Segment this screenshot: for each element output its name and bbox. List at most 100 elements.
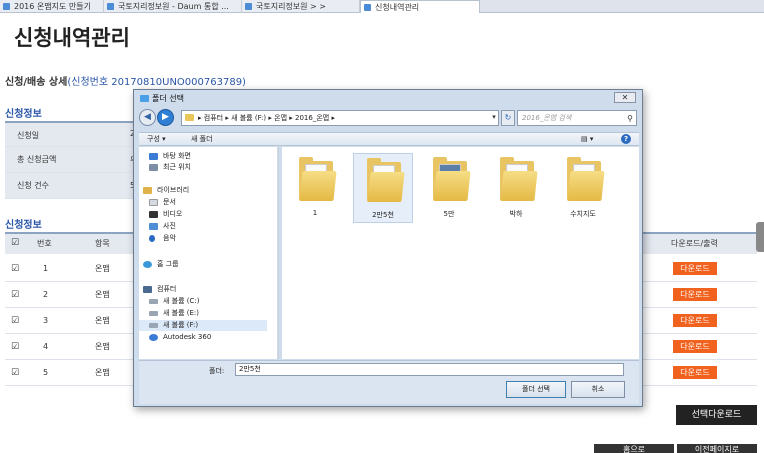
tree-item-music[interactable]: 음악 [149, 233, 176, 244]
folder-icon [367, 158, 405, 202]
folder-name-input[interactable]: 2만5천 [235, 363, 624, 376]
row-item: 온맵 [95, 342, 110, 351]
row-item: 온맵 [95, 316, 110, 325]
download-button[interactable]: 다운로드 [673, 262, 717, 275]
folder-label: 1 [312, 209, 318, 217]
tree-item-pictures[interactable]: 사진 [149, 221, 176, 232]
folder-label: 5만 [443, 210, 455, 218]
desktop-icon [149, 153, 158, 160]
folder-icon [500, 157, 538, 201]
close-button[interactable]: ✕ [614, 92, 636, 103]
breadcrumb-item[interactable]: 온맵 [274, 114, 287, 122]
drive-icon [149, 299, 158, 304]
download-button[interactable]: 다운로드 [673, 288, 717, 301]
tree-item-libraries[interactable]: 라이브러리 [143, 185, 189, 196]
tree-item-label: 바탕 화면 [163, 152, 191, 160]
address-dropdown-icon[interactable]: ▾ [489, 110, 499, 126]
row-checkbox[interactable]: ☑ [11, 317, 19, 326]
tree-item-documents[interactable]: 문서 [149, 197, 176, 208]
row-checkbox[interactable]: ☑ [11, 291, 19, 300]
tree-item-label: 최근 위치 [163, 163, 191, 171]
folder-view: 1 2만5천 5만 박하 수치지도 [282, 147, 639, 359]
organize-menu[interactable]: 구성 ▾ [147, 133, 166, 145]
tree-item-drive-f[interactable]: 새 볼륨 (F:) [139, 320, 267, 331]
select-folder-button[interactable]: 폴더 선택 [506, 381, 566, 398]
help-icon[interactable]: ? [621, 134, 631, 144]
address-bar[interactable]: ▸ 컴퓨터 ▸ 새 볼륨 (F:) ▸ 온맵 ▸ 2016_온맵 ▸ [181, 110, 499, 126]
browser-tab-active[interactable]: 신청내역관리 [360, 0, 480, 13]
download-button[interactable]: 다운로드 [673, 366, 717, 379]
drive-icon [149, 311, 158, 316]
browser-tab[interactable]: 국토지리정보원 - Daum 통합 ... [104, 0, 242, 13]
pictures-icon [149, 223, 158, 230]
tree-item-label: 사진 [163, 222, 176, 230]
row-no: 2 [43, 290, 49, 299]
tree-item-videos[interactable]: 비디오 [149, 209, 182, 220]
search-input[interactable]: 2016_온맵 검색 ⚲ [517, 110, 637, 126]
breadcrumb-item[interactable]: 새 볼륨 (F:) [231, 114, 266, 122]
selected-download-button[interactable]: 선택다운로드 [676, 405, 757, 425]
folder-label: 2만5천 [372, 211, 394, 219]
folder-item[interactable]: 1 [286, 153, 346, 223]
cancel-button[interactable]: 취소 [571, 381, 625, 398]
folder-icon [299, 157, 337, 201]
row-checkbox[interactable]: ☑ [11, 369, 19, 378]
tree-item-autodesk[interactable]: Autodesk 360 [149, 332, 211, 343]
tree-scrollbar[interactable] [277, 147, 278, 359]
tree-item-label: 컴퓨터 [157, 285, 177, 293]
header-download: 다운로드/출력 [671, 239, 718, 248]
header-no: 번호 [37, 239, 52, 248]
info-row-label: 신청일 [5, 121, 135, 147]
video-icon [149, 211, 158, 218]
tree-item-label: 비디오 [163, 210, 183, 218]
refresh-icon[interactable]: ↻ [501, 110, 515, 126]
folder-icon [140, 95, 149, 102]
folder-icon [433, 157, 471, 201]
side-panel-handle[interactable] [756, 222, 764, 252]
search-placeholder: 2016_온맵 검색 [522, 114, 572, 122]
tree-item-label: 음악 [163, 234, 176, 242]
folder-select-dialog: 폴더 선택 ✕ ◀ ▶ ▸ 컴퓨터 ▸ 새 볼륨 (F:) ▸ 온맵 ▸ 201… [133, 89, 643, 407]
info-table: 신청일 총 신청금액 신청 건수 [5, 121, 135, 199]
folder-item[interactable]: 박하 [487, 153, 547, 223]
browser-tab-strip: 2016 온맵지도 만들기 국토지리정보원 - Daum 통합 ... 국토지리… [0, 0, 764, 13]
tree-item-drive-e[interactable]: 새 볼륨 (E:) [149, 308, 199, 319]
download-button[interactable]: 다운로드 [673, 340, 717, 353]
prev-page-button[interactable]: 이전페이지로 [677, 444, 757, 453]
tree-item-label: 새 볼륨 (C:) [163, 297, 200, 305]
folder-name-form: 폴더: 2만5천 폴더 선택 취소 [139, 360, 639, 404]
new-folder-button[interactable]: 새 폴더 [191, 133, 213, 145]
row-checkbox[interactable]: ☑ [11, 343, 19, 352]
download-button[interactable]: 다운로드 [673, 314, 717, 327]
tree-item-label: 새 볼륨 (F:) [163, 321, 199, 329]
tab-strip-filler [480, 0, 764, 12]
row-checkbox[interactable]: ☑ [11, 265, 19, 274]
folder-label: 수치지도 [570, 210, 596, 218]
tree-item-homegroup[interactable]: 홈 그룹 [143, 259, 179, 270]
computer-icon [143, 286, 152, 293]
breadcrumb-item[interactable]: 2016_온맵 [295, 114, 329, 122]
tree-item-recent[interactable]: 최근 위치 [149, 162, 191, 173]
back-button[interactable]: ◀ [139, 109, 156, 126]
tree-item-computer[interactable]: 컴퓨터 [143, 284, 176, 295]
breadcrumb-sep: ▸ [331, 114, 335, 122]
select-all-checkbox[interactable]: ☑ [11, 239, 19, 248]
search-icon[interactable]: ⚲ [627, 112, 633, 126]
folder-item-selected[interactable]: 2만5천 [353, 153, 413, 223]
recent-places-icon [149, 164, 158, 171]
info-row-label: 신청 건수 [5, 173, 135, 199]
browser-tab[interactable]: 국토지리정보원 > > [242, 0, 360, 13]
browser-tab[interactable]: 2016 온맵지도 만들기 [0, 0, 104, 13]
navigation-bar: ◀ ▶ ▸ 컴퓨터 ▸ 새 볼륨 (F:) ▸ 온맵 ▸ 2016_온맵 ▸ ▾… [139, 109, 639, 127]
breadcrumb-item[interactable]: 컴퓨터 [204, 114, 223, 122]
navigation-tree: 바탕 화면 최근 위치 라이브러리 문서 비디오 사진 음악 홈 그룹 컴퓨터 … [139, 147, 279, 359]
folder-icon [567, 157, 605, 201]
folder-item[interactable]: 5만 [420, 153, 480, 223]
folder-item[interactable]: 수치지도 [554, 153, 614, 223]
row-item: 온맵 [95, 290, 110, 299]
tree-item-desktop[interactable]: 바탕 화면 [149, 151, 191, 162]
tree-item-drive-c[interactable]: 새 볼륨 (C:) [149, 296, 199, 307]
home-button[interactable]: 홈으로 [594, 444, 674, 453]
view-options-icon[interactable]: ▤ ▾ [581, 133, 593, 145]
forward-button[interactable]: ▶ [157, 109, 174, 126]
